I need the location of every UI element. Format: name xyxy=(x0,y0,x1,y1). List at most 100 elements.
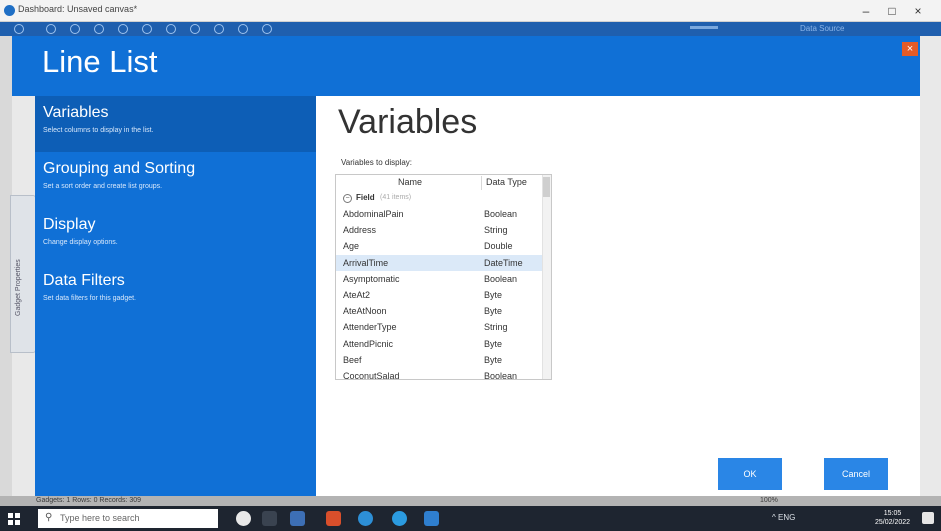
taskbar: ⚲ Type here to search ^ ENG 15:05 25/02/… xyxy=(0,506,941,531)
taskbar-app-icon[interactable] xyxy=(290,511,305,526)
variable-data-type: Boolean xyxy=(484,371,518,380)
gadget-properties-tab-label: Gadget Properties xyxy=(15,259,22,316)
notification-icon[interactable] xyxy=(922,512,934,524)
page-title: Variables xyxy=(338,103,478,141)
variable-name: AttendPicnic xyxy=(343,338,394,349)
column-divider[interactable] xyxy=(481,176,482,190)
dialog-content: Variables Variables to display: Name Dat… xyxy=(316,96,920,496)
ok-button[interactable]: OK xyxy=(718,458,782,490)
toolbar-icon[interactable] xyxy=(46,24,56,34)
search-icon: ⚲ xyxy=(45,512,53,523)
dialog-sidebar: Variables Select columns to display in t… xyxy=(35,96,316,496)
variable-data-type: Boolean xyxy=(484,209,518,219)
nav-item-data-filters[interactable]: Data Filters Set data filters for this g… xyxy=(35,264,316,320)
nav-item-label: Variables xyxy=(43,104,109,121)
gadget-properties-tab[interactable]: Gadget Properties xyxy=(10,195,36,353)
variable-data-type: Byte xyxy=(484,290,503,300)
nav-item-description: Set data filters for this gadget. xyxy=(43,295,136,302)
variables-list[interactable]: Name Data Type − Field (41 items) Abdomi… xyxy=(335,174,552,380)
variable-row[interactable]: Address String xyxy=(336,222,542,238)
variable-name: AteAt2 xyxy=(343,290,371,300)
status-bar: Gadgets: 1 Rows: 0 Records: 309 100% xyxy=(0,496,941,506)
clock-date: 25/02/2022 xyxy=(875,519,911,526)
variable-row[interactable]: AteAtNoon Byte xyxy=(336,303,542,319)
variable-name: AttenderType xyxy=(343,322,397,333)
nav-item-description: Select columns to display in the list. xyxy=(43,127,154,134)
toolbar-icon[interactable] xyxy=(262,24,272,34)
nav-item-description: Change display options. xyxy=(43,239,118,246)
variable-name: AteAtNoon xyxy=(343,306,387,317)
window-close-button[interactable]: × xyxy=(907,2,929,20)
task-view-icon[interactable] xyxy=(262,511,277,526)
nav-item-display[interactable]: Display Change display options. xyxy=(35,208,316,264)
column-header-name[interactable]: Name xyxy=(398,177,422,187)
taskbar-app-icon[interactable] xyxy=(358,511,373,526)
variable-name: Asymptomatic xyxy=(343,273,400,284)
toolbar-tab-indicator xyxy=(690,26,718,29)
variable-row[interactable]: AttenderType String xyxy=(336,319,542,335)
toolbar-icon[interactable] xyxy=(238,24,248,34)
toolbar-icon[interactable] xyxy=(214,24,224,34)
taskbar-search[interactable]: ⚲ Type here to search xyxy=(38,509,218,528)
taskbar-app-icon[interactable] xyxy=(424,511,439,526)
group-field-label: Field xyxy=(356,193,375,202)
variable-name: Age xyxy=(343,241,360,252)
variable-data-type: DateTime xyxy=(484,257,523,268)
cortana-icon[interactable] xyxy=(236,511,251,526)
variable-data-type: Byte xyxy=(484,338,503,349)
toolbar-icon[interactable] xyxy=(118,24,128,34)
variable-row[interactable]: Asymptomatic Boolean xyxy=(336,271,542,287)
variable-name: CoconutSalad xyxy=(343,371,400,380)
variable-name: ArrivalTime xyxy=(343,257,389,268)
toolbar-icon[interactable] xyxy=(94,24,104,34)
nav-item-grouping-sorting[interactable]: Grouping and Sorting Set a sort order an… xyxy=(35,152,316,208)
variable-data-type: String xyxy=(484,225,508,236)
variable-row[interactable]: Beef Byte xyxy=(336,352,542,368)
group-header-row[interactable]: − Field (41 items) xyxy=(336,191,542,206)
clock[interactable]: 15:05 25/02/2022 xyxy=(875,509,910,527)
variable-row[interactable]: ArrivalTime DateTime xyxy=(336,254,542,271)
variable-name: AbdominalPain xyxy=(343,209,404,219)
menu-icon[interactable] xyxy=(14,24,24,34)
data-source-label[interactable]: Data Source xyxy=(800,24,844,33)
window-titlebar: Dashboard: Unsaved canvas* – □ × xyxy=(0,0,941,22)
variable-row[interactable]: Age Double xyxy=(336,238,542,254)
variable-data-type: Boolean xyxy=(484,273,518,284)
system-tray[interactable]: ^ ENG xyxy=(772,513,795,522)
variable-data-type: Double xyxy=(484,241,513,252)
clock-time: 15:05 xyxy=(883,510,902,517)
dialog-header: Line List × xyxy=(12,36,920,96)
variable-data-type: Byte xyxy=(484,354,503,365)
toolbar-icon[interactable] xyxy=(166,24,176,34)
cancel-button[interactable]: Cancel xyxy=(824,458,888,490)
list-scrollbar[interactable] xyxy=(542,175,551,379)
list-scroll-thumb[interactable] xyxy=(543,177,550,197)
variable-row[interactable]: AbdominalPain Boolean xyxy=(336,206,542,222)
variable-row[interactable]: AteAt2 Byte xyxy=(336,287,542,303)
search-placeholder: Type here to search xyxy=(60,513,140,523)
column-header-data-type[interactable]: Data Type xyxy=(486,177,527,187)
taskbar-app-icon[interactable] xyxy=(326,511,341,526)
status-text: Gadgets: 1 Rows: 0 Records: 309 xyxy=(36,497,142,504)
toolbar-icon[interactable] xyxy=(142,24,152,34)
variable-name: Address xyxy=(343,225,377,236)
nav-item-variables[interactable]: Variables Select columns to display in t… xyxy=(35,96,316,152)
variable-row[interactable]: AttendPicnic Byte xyxy=(336,336,542,352)
minimize-button[interactable]: – xyxy=(855,2,877,20)
variable-row[interactable]: CoconutSalad Boolean xyxy=(336,368,542,380)
variables-label: Variables to display: xyxy=(341,158,412,167)
restore-button[interactable]: □ xyxy=(881,2,903,20)
collapse-icon[interactable]: − xyxy=(343,194,352,203)
app-icon xyxy=(4,5,15,16)
start-button[interactable] xyxy=(8,513,20,525)
taskbar-app-icon[interactable] xyxy=(392,511,407,526)
toolbar-icon[interactable] xyxy=(190,24,200,34)
nav-item-label: Grouping and Sorting xyxy=(43,160,196,177)
nav-item-label: Data Filters xyxy=(43,272,125,289)
variable-data-type: Byte xyxy=(484,306,503,317)
dialog-close-button[interactable]: × xyxy=(902,42,918,56)
app-toolbar: Data Source xyxy=(0,22,941,36)
toolbar-icon[interactable] xyxy=(70,24,80,34)
window-title: Dashboard: Unsaved canvas* xyxy=(18,4,138,14)
variable-name: Beef xyxy=(343,354,362,365)
